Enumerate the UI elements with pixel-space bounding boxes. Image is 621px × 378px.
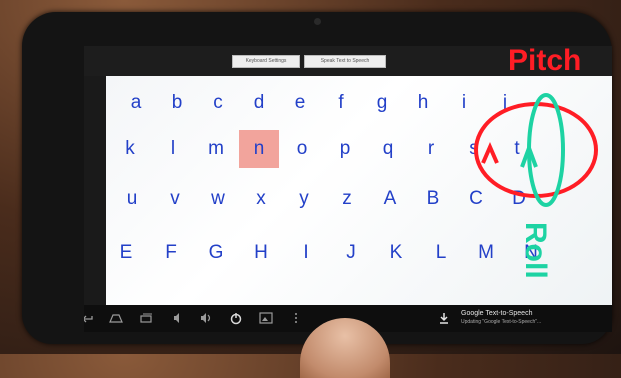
roll-label: Roll <box>519 222 552 279</box>
pitch-label: Pitch <box>508 44 582 77</box>
roll-ellipse <box>527 93 565 207</box>
pitch-circle <box>474 102 598 198</box>
pitch-arrow-icon <box>481 142 499 164</box>
